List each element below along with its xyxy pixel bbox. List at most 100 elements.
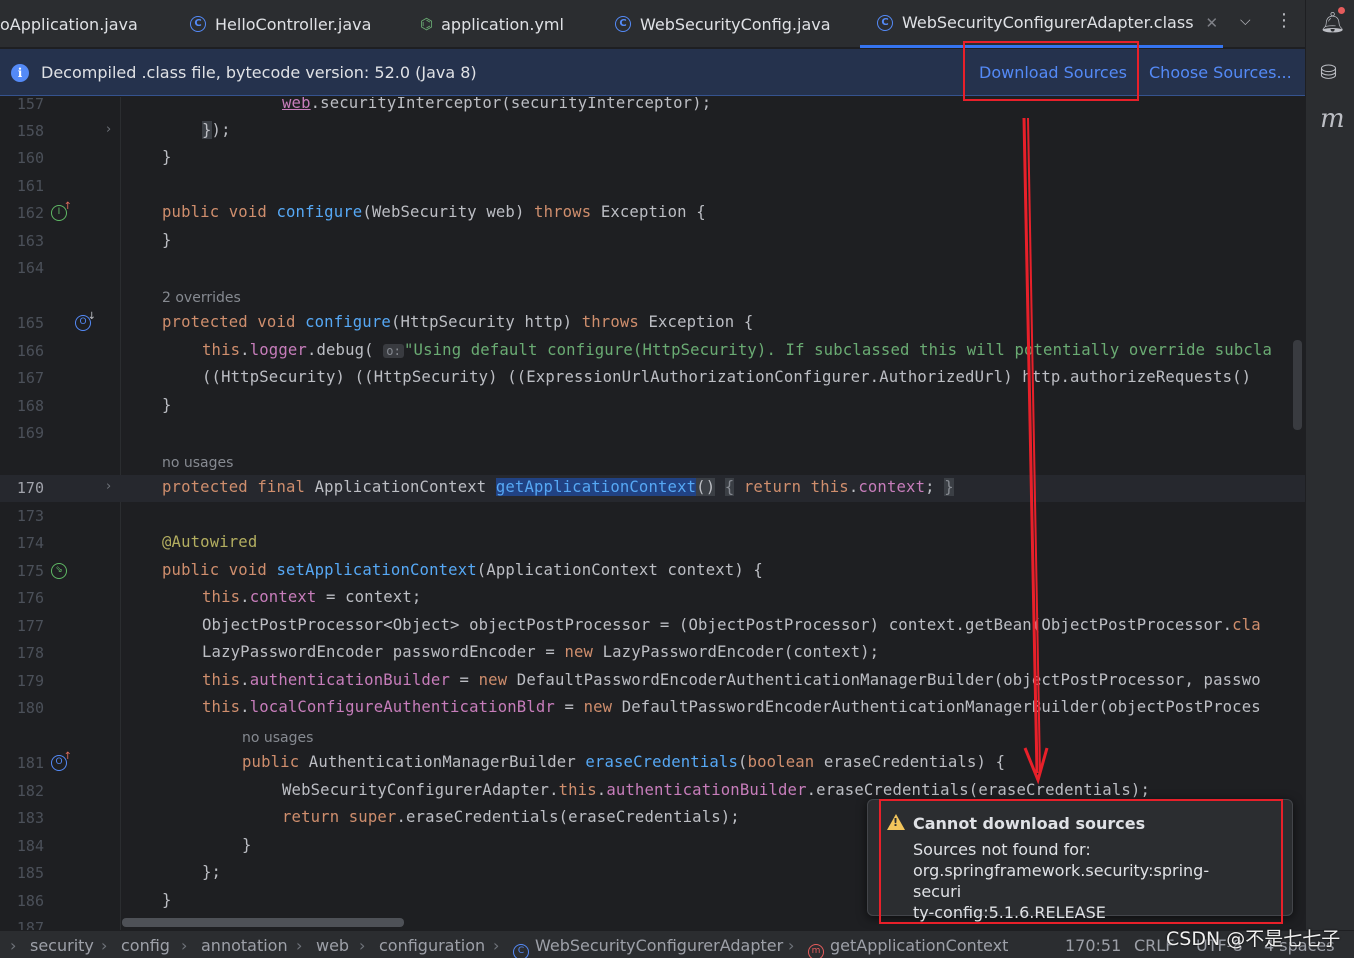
line-number: 163 [16,232,44,250]
line-number: 186 [16,892,44,910]
code-text: } [162,396,172,414]
method-icon: m [808,944,824,958]
implements-method-icon[interactable]: I ↑ [51,201,72,221]
code-text: } [162,148,172,166]
line-number: 170 [16,479,44,497]
fold-chevron-icon[interactable]: › [106,122,111,137]
line-number: 160 [16,149,44,167]
chevron-right-icon: › [10,936,17,955]
chevron-right-icon: › [788,936,795,955]
code-line: 164 [0,255,1305,282]
line-number: 177 [16,617,44,635]
line-number: 184 [16,837,44,855]
line-number: 182 [16,782,44,800]
database-icon[interactable]: ⛁ [1320,60,1337,84]
line-number: 162 [16,204,44,222]
tab-application-java[interactable]: oApplication.java [0,0,138,48]
breadcrumb-config[interactable]: config [121,936,170,955]
line-number: 175 [16,562,44,580]
breadcrumb-web[interactable]: web [316,936,349,955]
breadcrumb-method[interactable]: m getApplicationContext [808,936,1008,958]
code-line: 169 [0,420,1305,447]
no-usages-hint[interactable]: no usages [242,730,313,746]
code-line: 173 [0,503,1305,530]
banner-message: Decompiled .class file, bytecode version… [41,63,477,82]
code-line: 181 O ↑ public AuthenticationManagerBuild… [0,750,1305,777]
code-text: web.securityInterceptor(securityIntercep… [282,97,712,112]
line-number: 168 [16,397,44,415]
breadcrumb-configuration[interactable]: configuration [379,936,485,955]
more-vertical-icon[interactable]: ⋮ [1275,10,1293,31]
maven-icon[interactable]: m [1320,104,1345,134]
line-number: 161 [16,177,44,195]
code-text: } [162,231,172,249]
chevron-right-icon: › [359,936,366,955]
fold-chevron-icon[interactable]: › [106,479,111,494]
code-text: public void configure(WebSecurity web) t… [162,203,706,221]
code-line: 167 ((HttpSecurity) ((HttpSecurity) ((Ex… [0,365,1305,392]
breadcrumb-annotation[interactable]: annotation [201,936,288,955]
tab-application-yml[interactable]: ⌬ application.yml [420,0,564,48]
line-number: 187 [16,919,44,930]
breadcrumb-class[interactable]: C WebSecurityConfigurerAdapter [513,936,783,958]
line-number: 157 [16,97,44,113]
line-number: 167 [16,369,44,387]
code-line: 163 } [0,228,1305,255]
code-text: protected final ApplicationContext getAp… [162,478,954,496]
code-hint-line: no usages [0,723,1305,750]
code-line: 177 ObjectPostProcessor<Object> objectPo… [0,613,1305,640]
status-bar: › security › config › annotation › web ›… [0,930,1354,958]
no-usages-hint[interactable]: no usages [162,455,233,471]
annotation-box-popup [879,799,1283,924]
line-number: 173 [16,507,44,525]
code-text: ((HttpSecurity) ((HttpSecurity) ((Expres… [202,368,1252,386]
annotation-arrow [1022,118,1049,785]
param-hint: o: [383,344,404,358]
line-number: 165 [16,314,44,332]
close-icon[interactable]: ✕ [1206,14,1219,32]
tab-websecurity-config[interactable]: C WebSecurityConfig.java [615,0,831,48]
overrides-hint[interactable]: 2 overrides [162,290,241,306]
overrides-method-icon[interactable]: O ↑ [51,751,72,771]
code-text: }); [202,121,231,139]
code-line: 174 @Autowired [0,530,1305,557]
code-text: } [162,891,172,909]
caret-position[interactable]: 170:51 [1065,936,1121,955]
line-number: 185 [16,864,44,882]
chevron-right-icon: › [296,936,303,955]
class-icon: C [615,16,631,32]
tab-hello-controller[interactable]: C HelloController.java [190,0,371,48]
tab-label: HelloController.java [215,14,372,34]
code-text: }; [202,863,222,881]
tab-label: WebSecurityConfigurerAdapter.class [902,13,1194,32]
line-number: 178 [16,644,44,662]
line-number: 158 [16,122,44,140]
breadcrumb-security[interactable]: security [30,936,94,955]
code-text: return super.eraseCredentials(eraseCrede… [282,808,740,826]
horizontal-scrollbar[interactable] [122,918,404,927]
chevron-right-icon: › [181,936,188,955]
code-line: 160 } [0,145,1305,172]
code-text: this.logger.debug( o: "Using default conf… [202,341,1272,359]
class-icon: C [190,16,206,32]
choose-sources-link[interactable]: Choose Sources... [1149,63,1292,82]
code-line: 178 LazyPasswordEncoder passwordEncoder … [0,640,1305,667]
autowired-bean-icon[interactable]: ⇘ [51,563,67,579]
annotation-box-download [963,41,1139,101]
code-text: this.authenticationBuilder = new Default… [202,671,1261,689]
tab-label: WebSecurityConfig.java [640,14,831,34]
chevron-right-icon: › [101,936,108,955]
code-text: LazyPasswordEncoder passwordEncoder = ne… [202,643,880,661]
code-line: 165 O ↓ protected void configure(HttpSecu… [0,310,1305,337]
current-code-line: 170 › protected final ApplicationContext… [0,475,1305,502]
vertical-scrollbar[interactable] [1293,340,1302,430]
class-icon: C [513,944,529,958]
right-tool-strip: 🔔︎ ⛁ m [1305,0,1354,930]
code-hint-line: 2 overrides [0,283,1305,310]
yaml-icon: ⌬ [420,15,434,33]
overridden-method-icon[interactable]: O ↓ [75,311,96,331]
chevron-down-icon[interactable]: ⌵ [1240,13,1251,29]
code-text: protected void configure(HttpSecurity ht… [162,313,754,331]
line-number: 176 [16,589,44,607]
class-icon: C [877,14,893,31]
